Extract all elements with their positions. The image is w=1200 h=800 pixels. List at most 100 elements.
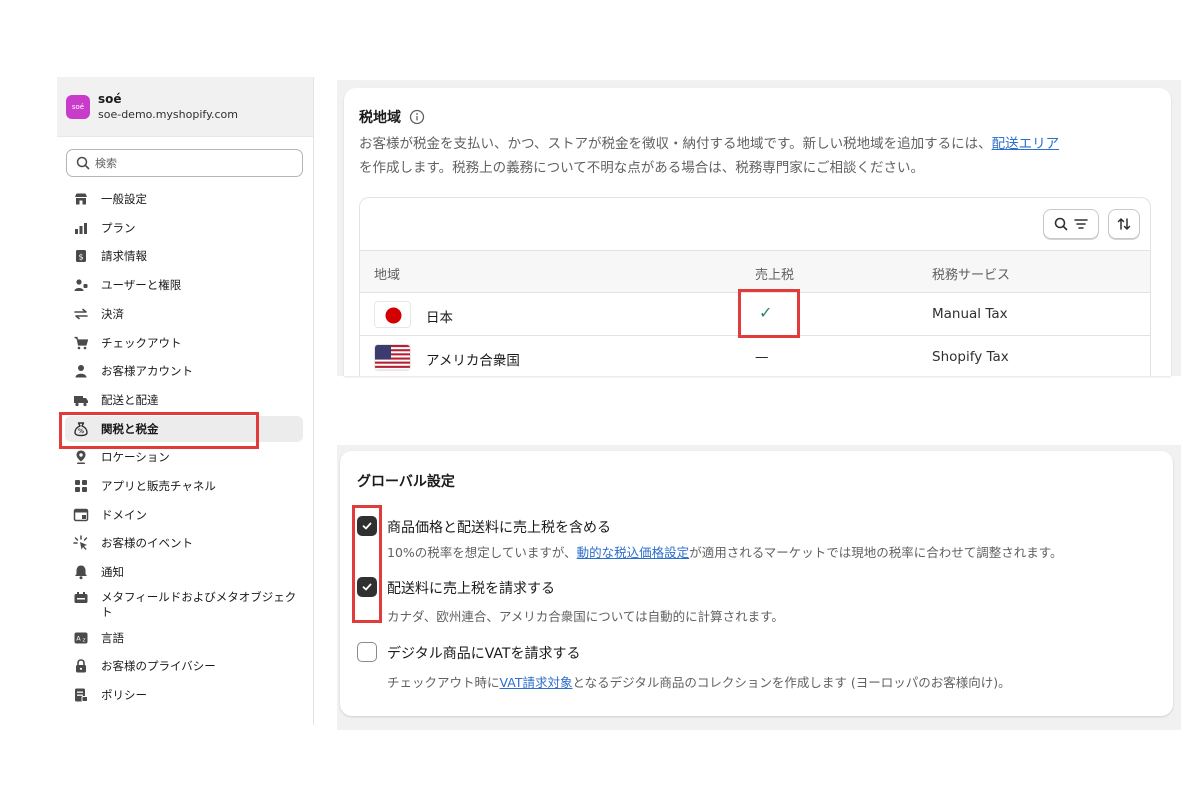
sidebar-item-label: お客様のプライバシー [101, 659, 216, 674]
tax-regions-title: 税地域 [359, 110, 401, 126]
settings-sidebar: soé soé soe-demo.myshopify.com 検索 一般設定 プ… [57, 77, 314, 725]
lock-icon [76, 659, 86, 673]
sidebar-item-label: メタフィールドおよびメタオブジェク ト [101, 589, 297, 619]
sidebar-item-shipping[interactable]: 配送と配達 [65, 387, 303, 413]
option-label: デジタル商品にVATを請求する [387, 646, 581, 662]
sidebar-item-label: お客様アカウント [101, 364, 193, 379]
sidebar-item-label: チェックアウト [101, 335, 182, 350]
search-filter-button[interactable] [1043, 209, 1099, 239]
sidebar-item-users[interactable]: ユーザーと権限 [65, 272, 303, 298]
sidebar-item-customer-accounts[interactable]: お客様アカウント [65, 358, 303, 384]
person-icon [75, 365, 87, 378]
tax-regions-title-row: 税地域 [359, 107, 425, 127]
store-name: soé [98, 91, 122, 106]
option-label: 配送料に売上税を請求する [387, 581, 555, 597]
svg-text:$: $ [78, 253, 83, 262]
option-help: カナダ、欧州連合、アメリカ合衆国については自動的に計算されます。 [387, 609, 784, 624]
sidebar-item-metafields[interactable]: メタフィールドおよびメタオブジェク ト [65, 587, 303, 623]
table-row[interactable]: アメリカ合衆国 — Shopify Tax [360, 336, 1150, 376]
vat-collection-link[interactable]: VAT請求対象 [500, 675, 573, 690]
search-input[interactable]: 検索 [66, 149, 303, 177]
tax-regions-table: 地域 売上税 税務サービス 日本 ✓ Manual Tax アメリカ合衆国 — … [359, 197, 1151, 376]
tax-regions-card: 税地域 お客様が税金を支払い、かつ、ストアが税金を徴収・納付する地域です。新しい… [344, 88, 1171, 376]
sidebar-item-label: プラン [101, 220, 136, 235]
sort-button[interactable] [1108, 209, 1140, 239]
checkmark-icon [362, 522, 372, 530]
sidebar-item-customer-events[interactable]: お客様のイベント [65, 530, 303, 556]
search-placeholder: 検索 [95, 157, 117, 170]
sidebar-item-label: 関税と税金 [101, 421, 159, 436]
svg-text:%: % [78, 428, 84, 435]
column-header-sales-tax: 売上税 [755, 268, 795, 283]
sidebar-item-plan[interactable]: プラン [65, 215, 303, 241]
sidebar-item-label: 言語 [101, 630, 124, 645]
global-settings-title: グローバル設定 [357, 474, 455, 490]
sidebar-item-label: ロケーション [101, 450, 170, 465]
sales-tax-check: ✓ [759, 303, 773, 322]
sidebar-item-apps[interactable]: アプリと販売チャネル [65, 473, 303, 499]
store-logo: soé [66, 94, 90, 119]
region-name: 日本 [426, 310, 453, 326]
billing-icon: $ [76, 250, 86, 263]
users-icon [74, 279, 88, 292]
help-text-continued: となるデジタル商品のコレクションを作成します (ヨーロッパのお客様向け)。 [572, 675, 1011, 690]
option-help: 10%の税率を想定していますが、動的な税込価格設定が適用されるマーケットでは現地… [387, 542, 1062, 561]
sidebar-item-languages[interactable]: Az 言語 [65, 625, 303, 651]
usa-flag-icon [374, 344, 411, 371]
include-tax-checkbox[interactable] [357, 516, 377, 536]
sidebar-item-billing[interactable]: $ 請求情報 [65, 243, 303, 269]
help-text: チェックアウト時に [387, 675, 500, 690]
table-row[interactable]: 日本 ✓ Manual Tax [360, 293, 1150, 336]
info-icon[interactable] [409, 109, 425, 125]
dynamic-pricing-link[interactable]: 動的な税込価格設定 [577, 545, 690, 560]
cart-icon [74, 336, 89, 349]
store-icon [75, 193, 87, 205]
sidebar-item-taxes[interactable]: % 関税と税金 [65, 415, 303, 442]
sidebar-item-label: アプリと販売チャネル [101, 479, 216, 493]
table-header: 地域 売上税 税務サービス [360, 251, 1150, 293]
sidebar-item-label: 一般設定 [101, 192, 147, 206]
sidebar-item-label: 通知 [101, 565, 124, 580]
svg-text:z: z [83, 637, 86, 643]
sidebar-item-label: お客様のイベント [101, 536, 193, 551]
table-toolbar [360, 198, 1150, 251]
sidebar-item-label: 請求情報 [101, 249, 147, 264]
location-icon [76, 450, 86, 465]
sidebar-item-privacy[interactable]: お客様のプライバシー [65, 653, 303, 679]
region-name: アメリカ合衆国 [426, 353, 520, 369]
sidebar-item-label: ポリシー [101, 687, 147, 702]
tax-regions-description: お客様が税金を支払い、かつ、ストアが税金を徴収・納付する地域です。新しい税地域を… [359, 132, 1159, 180]
column-header-tax-service: 税務サービス [932, 268, 1011, 283]
bell-icon [75, 565, 87, 580]
sidebar-item-label: 決済 [101, 306, 124, 321]
option-label: 商品価格と配送料に売上税を含める [387, 520, 611, 536]
sidebar-item-policies[interactable]: ポリシー [65, 682, 303, 708]
plan-icon [75, 222, 87, 234]
sidebar-item-payments[interactable]: 決済 [65, 301, 303, 327]
global-settings-card: グローバル設定 商品価格と配送料に売上税を含める 10%の税率を想定していますが… [340, 451, 1173, 716]
search-icon [76, 156, 90, 170]
charge-shipping-tax-checkbox[interactable] [357, 577, 377, 597]
sidebar-item-general[interactable]: 一般設定 [65, 186, 303, 212]
payments-icon [74, 308, 88, 320]
japan-flag-icon [374, 301, 411, 328]
help-text: 10%の税率を想定していますが、 [387, 545, 577, 560]
description-text-continued: を作成します。税務上の義務について不明な点がある場合は、税務専門家にご相談くださ… [359, 160, 924, 176]
sidebar-item-domains[interactable]: ドメイン [65, 502, 303, 528]
sidebar-item-locations[interactable]: ロケーション [65, 444, 303, 470]
store-header[interactable]: soé soé soe-demo.myshopify.com [57, 77, 313, 137]
digital-vat-checkbox[interactable] [357, 642, 377, 662]
column-header-region: 地域 [374, 268, 401, 283]
svg-text:A: A [76, 634, 81, 642]
search-icon [1054, 217, 1068, 231]
description-text: お客様が税金を支払い、かつ、ストアが税金を徴収・納付する地域です。新しい税地域を… [359, 136, 992, 152]
help-text-continued: が適用されるマーケットでは現地の税率に合わせて調整されます。 [689, 545, 1063, 560]
events-icon [73, 535, 88, 551]
option-help: チェックアウト時にVAT請求対象となるデジタル商品のコレクションを作成します (… [387, 672, 1011, 691]
sidebar-item-notifications[interactable]: 通知 [65, 559, 303, 585]
sidebar-item-label: 配送と配達 [101, 392, 159, 407]
apps-icon [75, 480, 87, 492]
sidebar-item-checkout[interactable]: チェックアウト [65, 330, 303, 356]
tax-service: Manual Tax [932, 306, 1008, 322]
shipping-zones-link[interactable]: 配送エリア [992, 136, 1060, 152]
